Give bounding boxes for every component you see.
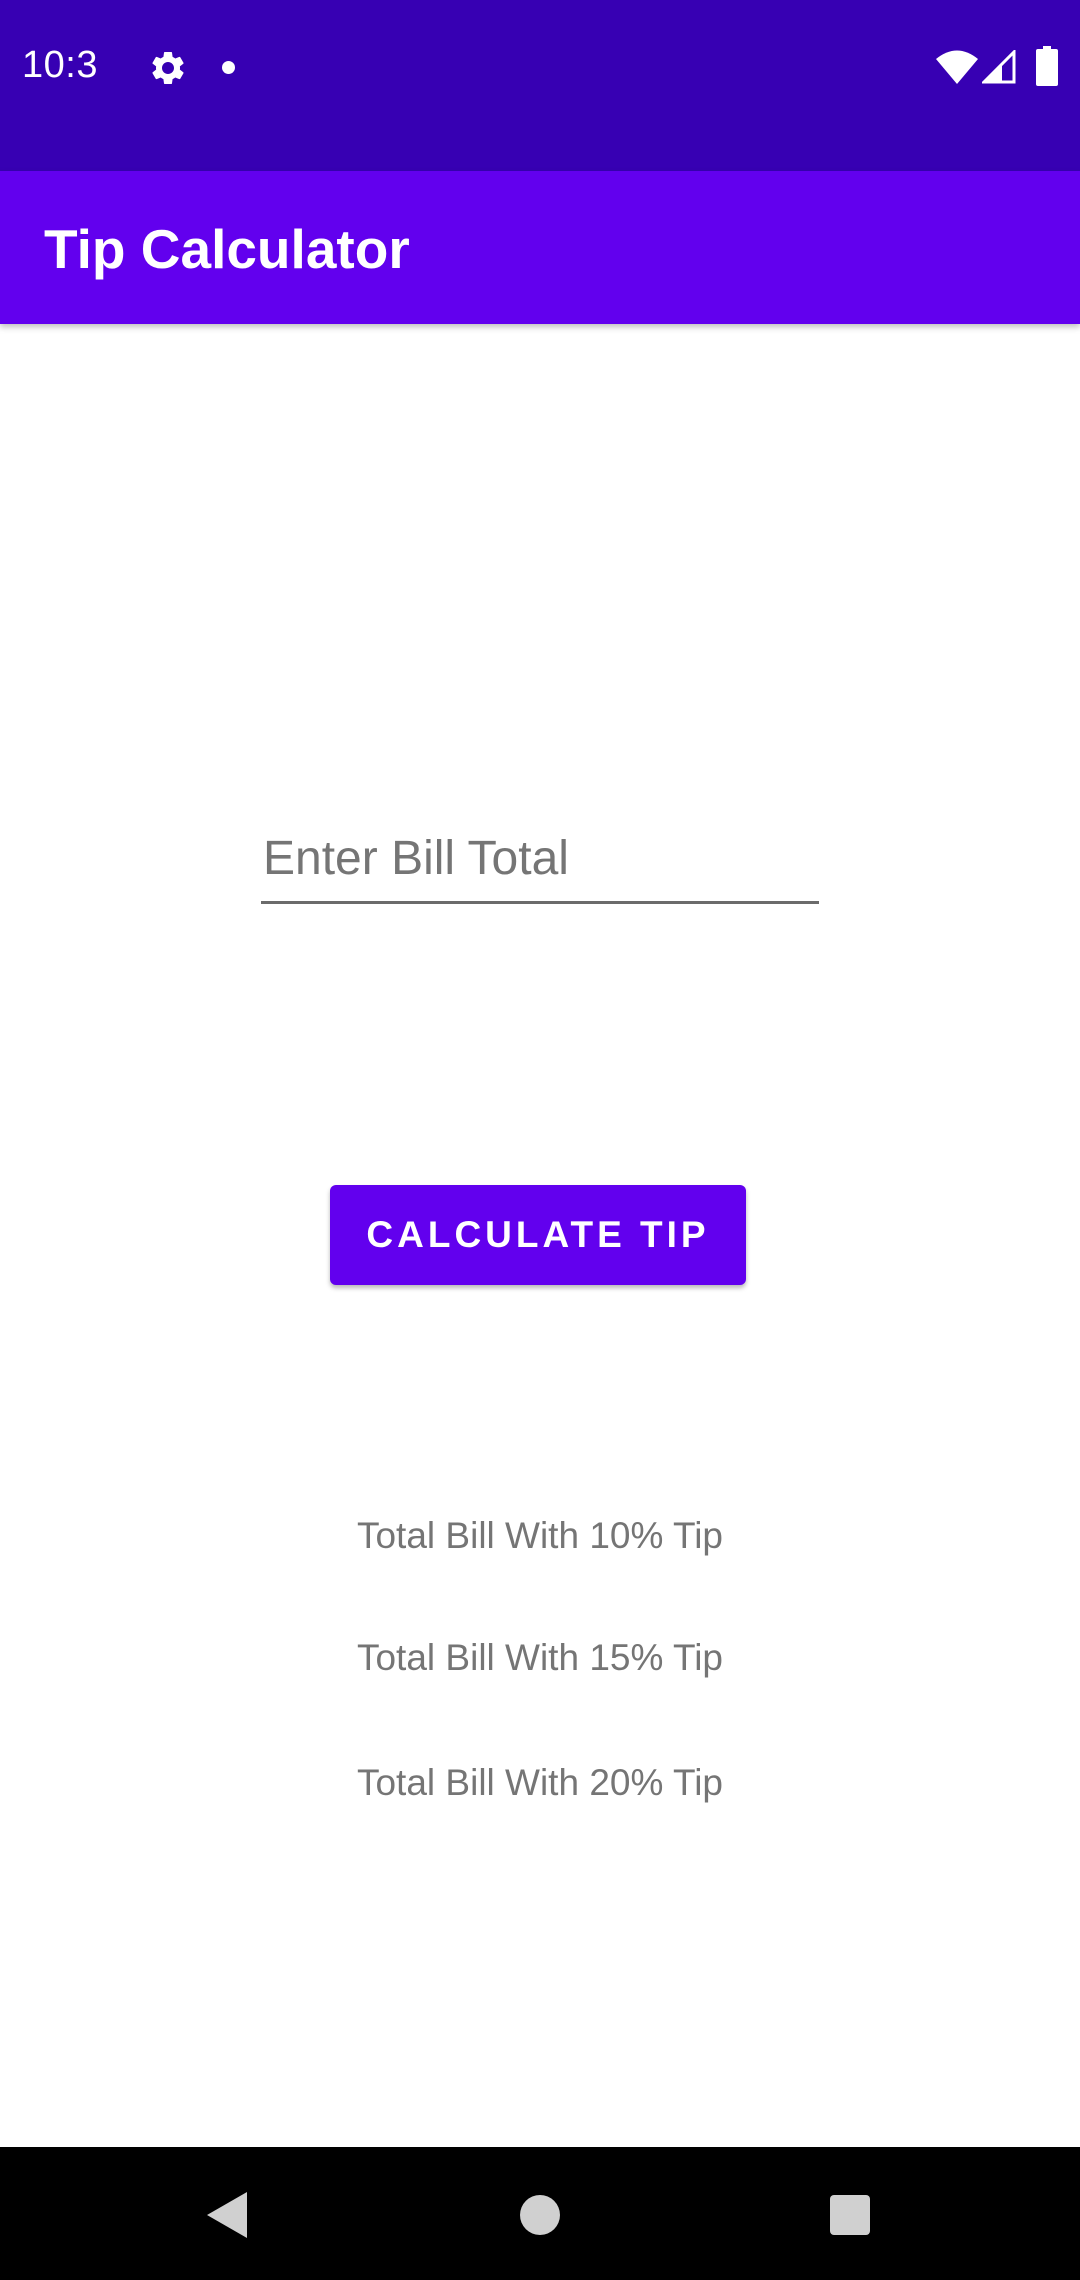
status-time: 10:3 (22, 44, 98, 86)
result-15-percent: Total Bill With 15% Tip (356, 1637, 724, 1678)
recents-icon[interactable] (830, 2195, 870, 2235)
status-bar: 10:3 (0, 0, 1080, 171)
result-10-percent: Total Bill With 10% Tip (356, 1515, 724, 1556)
navigation-bar (0, 2147, 1080, 2280)
result-20-percent: Total Bill With 20% Tip (356, 1762, 724, 1803)
wifi-icon (936, 50, 978, 84)
app-bar: Tip Calculator (0, 171, 1080, 324)
calculate-tip-button[interactable]: CALCULATE TIP (330, 1185, 746, 1285)
bill-total-input[interactable] (261, 822, 819, 904)
home-icon[interactable] (520, 2195, 560, 2235)
notification-dot-icon (222, 61, 235, 74)
back-icon[interactable] (203, 2190, 249, 2240)
app-title: Tip Calculator (44, 218, 410, 280)
gear-icon (152, 51, 184, 84)
cell-signal-icon (982, 50, 1016, 84)
battery-icon (1036, 46, 1058, 86)
